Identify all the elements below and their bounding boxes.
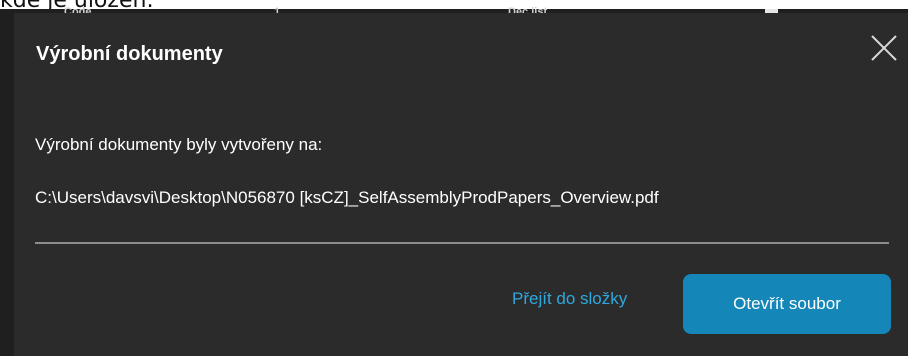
screen: kde je uložen: Code 1 Dec list Výrobní d… bbox=[0, 0, 908, 356]
production-documents-dialog: Výrobní dokumenty Výrobní dokumenty byly… bbox=[14, 13, 908, 356]
divider bbox=[35, 242, 889, 244]
go-to-folder-button[interactable]: Přejít do složky bbox=[512, 289, 627, 309]
background-window-edge bbox=[0, 9, 14, 356]
dialog-message: Výrobní dokumenty byly vytvořeny na: bbox=[35, 135, 323, 154]
dialog-title: Výrobní dokumenty bbox=[36, 43, 223, 65]
open-file-button-label: Otevřít soubor bbox=[733, 294, 841, 313]
close-icon bbox=[871, 35, 897, 61]
open-file-button[interactable]: Otevřít soubor bbox=[683, 274, 891, 334]
close-button[interactable] bbox=[869, 33, 899, 63]
file-path: C:\Users\davsvi\Desktop\N056870 [ksCZ]_S… bbox=[35, 188, 659, 207]
